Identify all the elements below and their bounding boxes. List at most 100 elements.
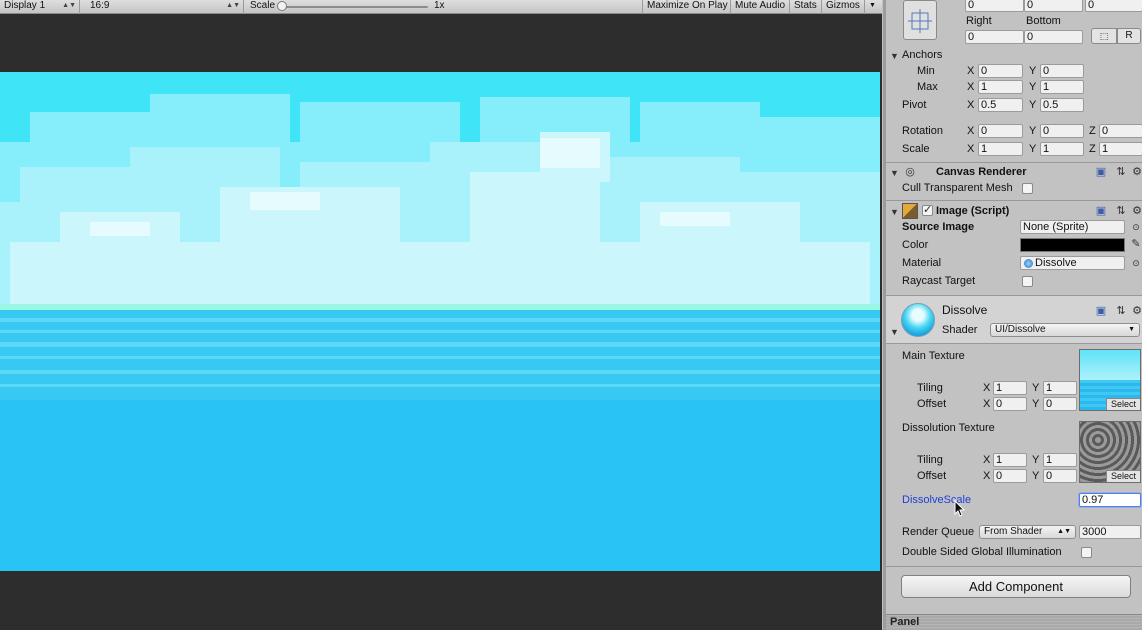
main-offset-x-field[interactable]: 0 bbox=[993, 397, 1027, 411]
material-foldout-icon[interactable]: ▼ bbox=[890, 327, 899, 337]
canvas-renderer-foldout-icon[interactable]: ▼ bbox=[890, 168, 899, 178]
main-tiling-x-field[interactable]: 1 bbox=[993, 381, 1027, 395]
cull-transparent-mesh-checkbox[interactable] bbox=[1022, 183, 1033, 194]
scale-x-field[interactable]: 1 bbox=[978, 142, 1023, 156]
anchor-max-y-field[interactable]: 1 bbox=[1040, 80, 1084, 94]
render-queue-dropdown[interactable]: From Shader ▲▼ bbox=[979, 525, 1076, 539]
aspect-dropdown[interactable]: 16:9 ▲▼ bbox=[86, 0, 244, 14]
sea-near bbox=[0, 400, 880, 571]
divider bbox=[886, 200, 1142, 201]
pivot-y-field[interactable]: 0.5 bbox=[1040, 98, 1084, 112]
gear-icon[interactable]: ⚙ bbox=[1131, 166, 1142, 178]
main-offset-y-field[interactable]: 0 bbox=[1043, 397, 1077, 411]
right-field[interactable]: 0 bbox=[965, 30, 1024, 44]
gear-icon[interactable]: ⚙ bbox=[1131, 205, 1142, 217]
render-queue-label: Render Queue bbox=[902, 526, 975, 538]
gizmos-dropdown-arrow[interactable]: ▼ bbox=[864, 0, 882, 14]
chevron-updown-icon: ▲▼ bbox=[62, 2, 76, 9]
scale-slider-handle[interactable] bbox=[277, 1, 287, 11]
min-label: Min bbox=[917, 65, 935, 77]
display-dropdown[interactable]: Display 1 ▲▼ bbox=[0, 0, 80, 14]
anchor-min-y-field[interactable]: 0 bbox=[1040, 64, 1084, 78]
axis-y-label: Y bbox=[1029, 125, 1037, 137]
source-image-field[interactable]: None (Sprite) bbox=[1020, 220, 1125, 234]
raycast-target-checkbox[interactable] bbox=[1022, 276, 1033, 287]
add-component-button[interactable]: Add Component bbox=[901, 575, 1131, 598]
raw-edit-button[interactable]: R bbox=[1117, 28, 1141, 44]
anchor-min-x-field[interactable]: 0 bbox=[978, 64, 1023, 78]
maximize-on-play-button[interactable]: Maximize On Play bbox=[642, 0, 732, 14]
rect-field-3[interactable]: 0 bbox=[1085, 0, 1142, 12]
render-queue-mode: From Shader bbox=[984, 526, 1043, 537]
anchors-foldout-icon[interactable]: ▼ bbox=[890, 51, 899, 61]
axis-y-label: Y bbox=[1032, 398, 1040, 410]
rotation-x-field[interactable]: 0 bbox=[978, 124, 1023, 138]
main-tiling-y-field[interactable]: 1 bbox=[1043, 381, 1077, 395]
dissolution-texture-thumbnail[interactable]: Select bbox=[1079, 421, 1141, 483]
main-texture-select-button[interactable]: Select bbox=[1106, 398, 1140, 410]
stats-button[interactable]: Stats bbox=[789, 0, 821, 14]
main-texture-thumbnail[interactable]: Select bbox=[1079, 349, 1141, 411]
axis-x-label: X bbox=[967, 143, 975, 155]
pivot-x-field[interactable]: 0.5 bbox=[978, 98, 1023, 112]
axis-x-label: X bbox=[983, 382, 991, 394]
dsgi-checkbox[interactable] bbox=[1081, 547, 1092, 558]
preset-sliders-icon[interactable]: ⇅ bbox=[1115, 205, 1127, 217]
eyedropper-icon[interactable]: ✎ bbox=[1130, 238, 1142, 250]
image-foldout-icon[interactable]: ▼ bbox=[890, 207, 899, 217]
image-enabled-checkbox[interactable] bbox=[922, 203, 933, 216]
dissolution-tiling-y-field[interactable]: 1 bbox=[1043, 453, 1077, 467]
dissolution-offset-x-field[interactable]: 0 bbox=[993, 469, 1027, 483]
anchor-presets-button[interactable] bbox=[903, 0, 937, 40]
dissolution-offset-y-field[interactable]: 0 bbox=[1043, 469, 1077, 483]
axis-x-label: X bbox=[983, 398, 991, 410]
help-book-icon[interactable]: ▣ bbox=[1095, 166, 1107, 178]
scale-z-field[interactable]: 1 bbox=[1099, 142, 1142, 156]
horizon-glow bbox=[0, 304, 880, 310]
rect-field-1[interactable]: 0 bbox=[965, 0, 1024, 12]
anchor-max-x-field[interactable]: 1 bbox=[978, 80, 1023, 94]
mute-audio-button[interactable]: Mute Audio bbox=[730, 0, 789, 14]
axis-x-label: X bbox=[967, 81, 975, 93]
axis-x-label: X bbox=[967, 99, 975, 111]
help-book-icon[interactable]: ▣ bbox=[1095, 305, 1107, 317]
source-image-label: Source Image bbox=[902, 221, 975, 233]
material-label: Material bbox=[902, 257, 942, 269]
rotation-z-field[interactable]: 0 bbox=[1099, 124, 1142, 138]
axis-y-label: Y bbox=[1029, 65, 1037, 77]
scale-slider-track[interactable] bbox=[282, 6, 428, 8]
dissolve-scale-field[interactable]: 0.97 bbox=[1079, 493, 1141, 507]
image-component-icon bbox=[902, 203, 918, 219]
gizmos-button[interactable]: Gizmos bbox=[821, 0, 864, 14]
object-picker-icon[interactable]: ⊙ bbox=[1130, 257, 1142, 269]
bottom-field[interactable]: 0 bbox=[1024, 30, 1083, 44]
divider bbox=[886, 343, 1142, 344]
image-script-title: Image (Script) bbox=[936, 205, 1010, 217]
scale-label: Scale bbox=[902, 143, 930, 155]
right-label: Right bbox=[966, 15, 992, 27]
color-label: Color bbox=[902, 239, 929, 251]
object-picker-icon[interactable]: ⊙ bbox=[1130, 221, 1142, 233]
ocean-sky-scene bbox=[0, 72, 880, 571]
rect-field-2[interactable]: 0 bbox=[1024, 0, 1083, 12]
gear-icon[interactable]: ⚙ bbox=[1131, 305, 1142, 317]
chevron-updown-icon: ▲▼ bbox=[1057, 528, 1071, 535]
dissolution-tiling-x-field[interactable]: 1 bbox=[993, 453, 1027, 467]
render-queue-field[interactable]: 3000 bbox=[1079, 525, 1141, 539]
rotation-y-field[interactable]: 0 bbox=[1040, 124, 1084, 138]
preset-sliders-icon[interactable]: ⇅ bbox=[1115, 305, 1127, 317]
anchors-label: Anchors bbox=[902, 49, 943, 61]
preset-sliders-icon[interactable]: ⇅ bbox=[1115, 166, 1127, 178]
dissolution-texture-select-button[interactable]: Select bbox=[1106, 470, 1140, 482]
chevron-down-icon: ▼ bbox=[1128, 326, 1135, 333]
help-book-icon[interactable]: ▣ bbox=[1095, 205, 1107, 217]
material-field[interactable]: Dissolve bbox=[1020, 256, 1125, 270]
shader-dropdown[interactable]: UI/Dissolve ▼ bbox=[990, 323, 1140, 337]
color-swatch[interactable] bbox=[1020, 238, 1125, 252]
aspect-dropdown-label: 16:9 bbox=[90, 0, 110, 11]
blueprint-mode-button[interactable]: ⬚ bbox=[1091, 28, 1117, 44]
anchor-preset-icon bbox=[908, 9, 932, 33]
axis-z-label: Z bbox=[1089, 125, 1096, 137]
axis-z-label: Z bbox=[1089, 143, 1096, 155]
scale-y-field[interactable]: 1 bbox=[1040, 142, 1084, 156]
